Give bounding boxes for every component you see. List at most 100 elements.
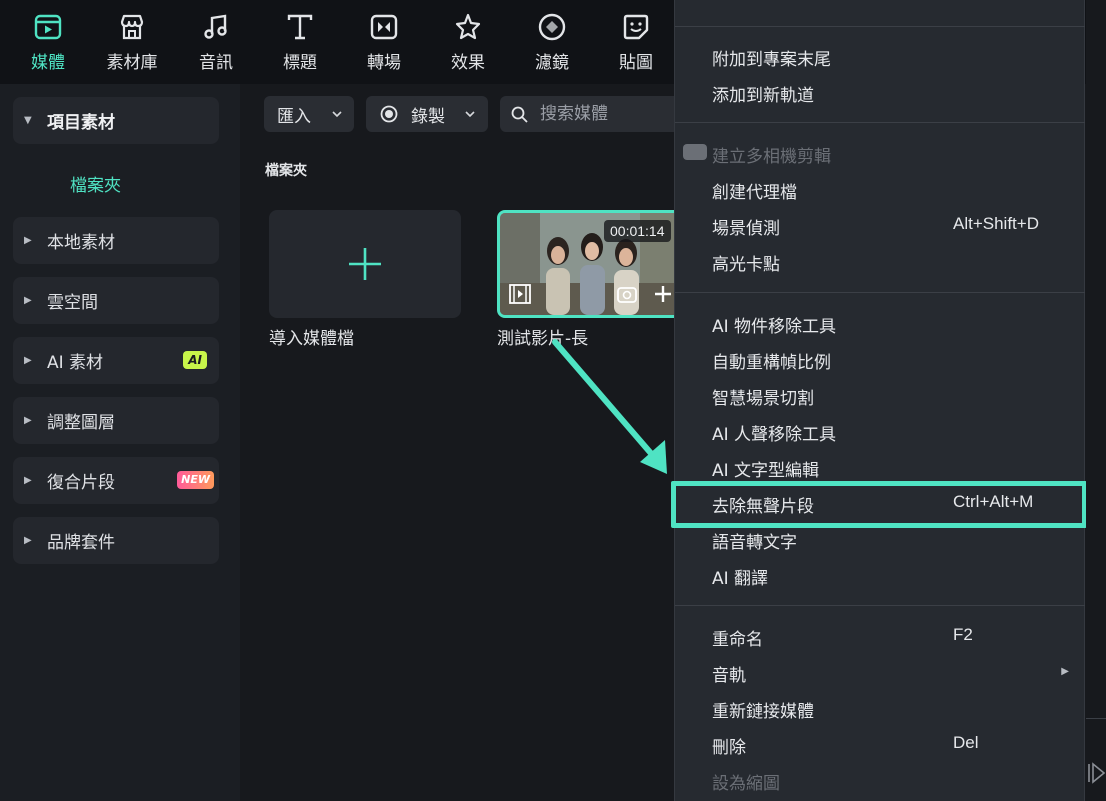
sidebar-item-adjustment-layer[interactable]: ▶ 調整圖層 (13, 397, 219, 444)
menu-divider (675, 292, 1085, 293)
menu-item-label: 創建代理檔 (712, 183, 797, 203)
menu-item-label: 場景偵測 (712, 219, 780, 239)
tab-stock-label: 素材庫 (106, 53, 158, 73)
plus-icon (349, 248, 381, 280)
store-icon (120, 14, 144, 40)
tab-transitions[interactable]: 轉場 (342, 0, 426, 84)
ai-badge: AI (183, 351, 207, 369)
menu-item-highlight-beat[interactable]: 高光卡點 (675, 243, 1085, 279)
menu-item-add-to-new-track[interactable]: 添加到新軌道 (675, 74, 1085, 110)
menu-item-relink-media[interactable]: 重新鏈接媒體 (675, 690, 1085, 726)
play-frame-icon[interactable] (1087, 760, 1105, 786)
menu-item-speech-to-text[interactable]: 語音轉文字 (675, 521, 1085, 557)
menu-item-label: 重新鏈接媒體 (712, 702, 814, 722)
menu-item-label: 刪除 (712, 738, 746, 758)
search-icon (511, 106, 528, 123)
menu-item-label: 添加到新軌道 (712, 86, 814, 106)
section-title: 檔案夾 (265, 163, 307, 179)
video-thumbnail[interactable]: 00:01:14 (497, 210, 687, 318)
menu-item-ai-text-edit[interactable]: AI 文字型編輯 (675, 449, 1085, 485)
sidebar-item-label: 品牌套件 (47, 533, 115, 553)
menu-item-set-thumbnail[interactable]: 設為縮圖 (675, 762, 1085, 798)
sidebar-item-folder[interactable]: 檔案夾 (70, 171, 121, 196)
search-input[interactable] (540, 104, 680, 124)
menu-item-label: AI 人聲移除工具 (712, 425, 837, 445)
import-media-tile[interactable] (269, 210, 461, 318)
import-tile-label: 導入媒體檔 (269, 329, 354, 349)
sticker-icon (623, 14, 649, 40)
menu-item-audio-track[interactable]: 音軌 ▶ (675, 654, 1085, 690)
submenu-arrow-icon: ▶ (1061, 666, 1069, 677)
film-strip-icon (509, 284, 531, 304)
menu-item-append-to-end[interactable]: 附加到專案末尾 (675, 38, 1085, 74)
sidebar-item-ai-media[interactable]: ▶ AI 素材 AI (13, 337, 219, 384)
menu-item-ai-vocal-remover[interactable]: AI 人聲移除工具 (675, 413, 1085, 449)
tab-filters[interactable]: 濾鏡 (510, 0, 594, 84)
effects-star-icon (455, 13, 481, 40)
menu-item-label: 自動重構幀比例 (712, 353, 831, 373)
sidebar-item-cloud[interactable]: ▶ 雲空間 (13, 277, 219, 324)
menu-item-label: AI 翻譯 (712, 569, 769, 589)
camera-icon (617, 287, 637, 303)
caret-right-icon: ▶ (24, 475, 32, 486)
menu-item-label: 智慧場景切割 (712, 389, 814, 409)
menu-item-label: 重命名 (712, 630, 763, 650)
import-button[interactable]: 匯入 (264, 96, 354, 132)
sidebar-item-label: 項目素材 (47, 113, 115, 133)
media-sidebar: ▼ 項目素材 檔案夾 ▶ 本地素材 ▶ 雲空間 ▶ AI 素材 AI ▶ 調整圖… (0, 84, 240, 801)
tab-audio-label: 音訊 (199, 53, 233, 73)
menu-item-label: 附加到專案末尾 (712, 50, 831, 70)
tab-media[interactable]: 媒體 (6, 0, 90, 84)
caret-right-icon: ▶ (24, 415, 32, 426)
tab-effects-label: 效果 (451, 53, 485, 73)
caret-right-icon: ▶ (24, 295, 32, 306)
menu-item-silence-detection[interactable]: 去除無聲片段 Ctrl+Alt+M (675, 485, 1085, 521)
menu-item-label: AI 文字型編輯 (712, 461, 820, 481)
menu-item-label: 去除無聲片段 (712, 497, 814, 517)
sidebar-item-label: 復合片段 (47, 473, 115, 493)
tab-media-label: 媒體 (31, 53, 65, 73)
menu-item-multicam[interactable]: 建立多相機剪輯 (675, 135, 1085, 171)
menu-item-smart-scene-cut[interactable]: 智慧場景切割 (675, 377, 1085, 413)
menu-item-label: 音軌 (712, 666, 746, 686)
tab-transitions-label: 轉場 (367, 53, 401, 73)
sidebar-item-label: 本地素材 (47, 233, 115, 253)
search-box (500, 96, 700, 132)
annotation-arrow (552, 339, 667, 474)
tab-audio[interactable]: 音訊 (174, 0, 258, 84)
tab-effects[interactable]: 效果 (426, 0, 510, 84)
menu-divider (675, 122, 1085, 123)
menu-item-create-proxy[interactable]: 創建代理檔 (675, 171, 1085, 207)
chevron-down-icon (465, 111, 475, 118)
menu-item-ai-object-remover[interactable]: AI 物件移除工具 (675, 305, 1085, 341)
menu-item-auto-reframe[interactable]: 自動重構幀比例 (675, 341, 1085, 377)
menu-item-ai-translate[interactable]: AI 翻譯 (675, 557, 1085, 593)
sidebar-item-brand-kit[interactable]: ▶ 品牌套件 (13, 517, 219, 564)
add-to-timeline-icon[interactable] (654, 285, 672, 303)
menu-divider (675, 26, 1085, 27)
new-badge: NEW (177, 471, 214, 489)
sidebar-item-label: 雲空間 (47, 293, 98, 313)
tab-titles[interactable]: 標題 (258, 0, 342, 84)
sidebar-item-local-media[interactable]: ▶ 本地素材 (13, 217, 219, 264)
multicam-icon (683, 144, 707, 160)
right-panel-edge (1086, 0, 1106, 801)
sidebar-item-compound-clip[interactable]: ▶ 復合片段 NEW (13, 457, 219, 504)
caret-down-icon: ▼ (24, 115, 32, 126)
record-icon (380, 105, 398, 123)
record-button[interactable]: 錄製 (366, 96, 488, 132)
music-note-icon (204, 14, 227, 39)
menu-item-label: AI 物件移除工具 (712, 317, 837, 337)
menu-item-shortcut: Del (953, 733, 979, 752)
tab-titles-label: 標題 (283, 53, 317, 73)
menu-item-scene-detection[interactable]: 場景偵測 Alt+Shift+D (675, 207, 1085, 243)
sidebar-item-project-media[interactable]: ▼ 項目素材 (13, 97, 219, 144)
tab-stock[interactable]: 素材庫 (90, 0, 174, 84)
caret-right-icon: ▶ (24, 355, 32, 366)
panel-divider (1086, 718, 1106, 719)
text-t-icon (287, 14, 313, 40)
menu-item-rename[interactable]: 重命名 F2 (675, 618, 1085, 654)
menu-item-label: 設為縮圖 (712, 774, 780, 794)
tab-stickers[interactable]: 貼圖 (594, 0, 678, 84)
menu-item-delete[interactable]: 刪除 Del (675, 726, 1085, 762)
